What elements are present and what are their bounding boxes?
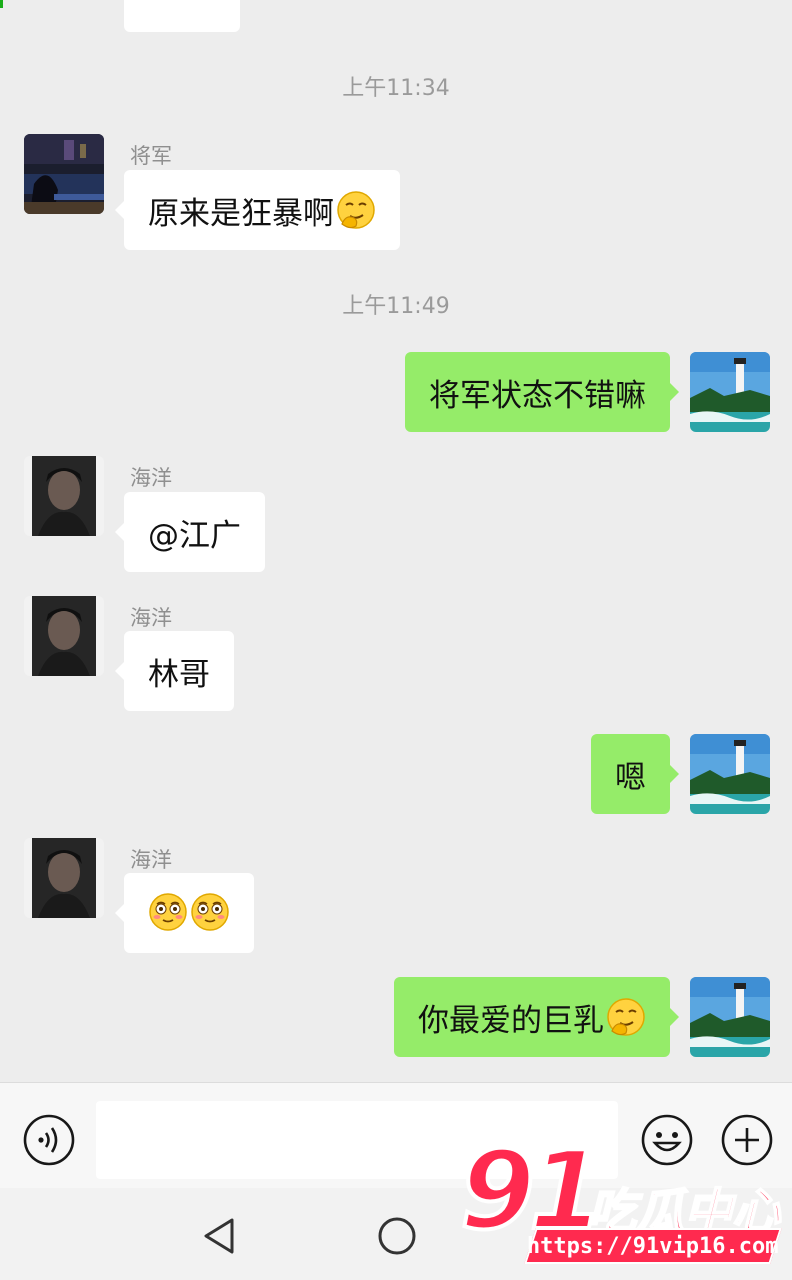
previous-message-bubble[interactable] [124,0,240,32]
voice-icon[interactable] [22,1113,76,1167]
sender-name: 海洋 [130,466,172,490]
flushed-emoji [190,892,232,934]
message-text: 你最爱的巨乳 [418,1002,604,1039]
message-text: 嗯 [615,759,646,796]
message-text: 将军状态不错嘛 [429,377,646,414]
back-icon[interactable] [198,1214,242,1258]
avatar-self[interactable] [690,734,770,814]
smirk-hand-emoji [336,190,376,230]
watermark-url: https://91vip16.com [524,1228,782,1264]
avatar-haiyang[interactable] [24,838,104,918]
message-text: @江广 [148,517,241,554]
home-icon[interactable] [375,1214,419,1258]
chat-message-list[interactable]: 上午11:34 将军 原来是狂暴啊 上午11:49 将军状态不错嘛 海洋 @江广… [0,0,792,1082]
message-bubble[interactable]: 原来是狂暴啊 [115,170,400,250]
avatar-jiangjun[interactable] [24,134,104,214]
sender-name: 海洋 [130,606,172,630]
sender-name: 海洋 [130,848,172,872]
avatar-haiyang[interactable] [24,596,104,676]
sender-name: 将军 [130,144,172,168]
timestamp: 上午11:34 [342,76,450,101]
message-bubble[interactable]: 你最爱的巨乳 [394,977,679,1057]
message-bubble[interactable] [115,873,254,953]
message-text: 林哥 [148,656,210,693]
avatar-haiyang[interactable] [24,456,104,536]
avatar-self[interactable] [690,352,770,432]
flushed-emoji [148,892,190,934]
avatar-self[interactable] [690,977,770,1057]
message-bubble[interactable]: 将军状态不错嘛 [405,352,679,432]
message-bubble[interactable]: 嗯 [591,734,679,814]
smirk-hand-emoji [606,997,646,1037]
message-text: 原来是狂暴啊 [148,195,334,232]
message-bubble[interactable]: 林哥 [115,631,234,711]
message-bubble[interactable]: @江广 [115,492,265,572]
site-watermark: 91 吃瓜中心 https://91vip16.com [456,1136,786,1276]
timestamp: 上午11:49 [342,294,450,319]
